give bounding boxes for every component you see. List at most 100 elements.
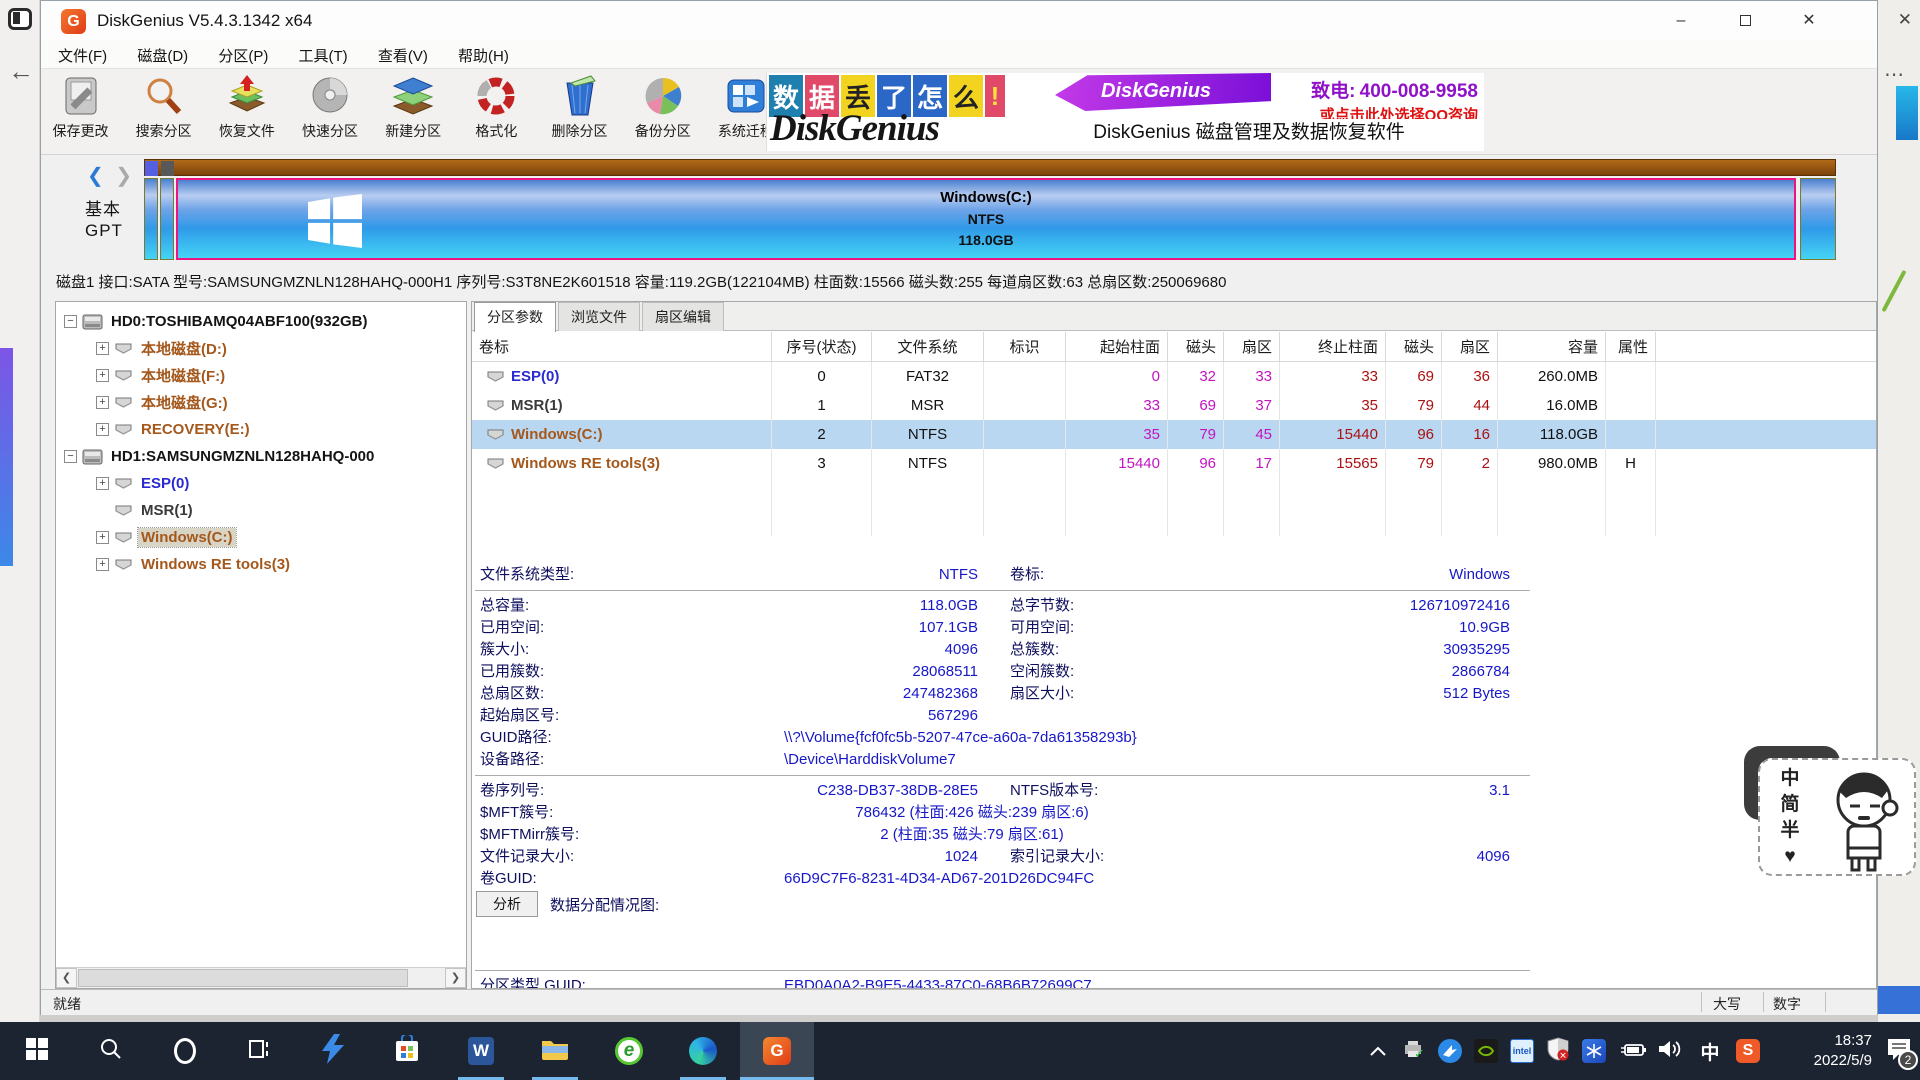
minimize-button[interactable]: – [1649, 1, 1713, 41]
cell-ss: 37 [1224, 391, 1280, 420]
column-header[interactable]: 属性 [1606, 332, 1656, 361]
table-row-esp-0-[interactable]: ESP(0)0FAT3203233336936260.0MB [472, 362, 1876, 391]
menu-help[interactable]: 帮助(H) [445, 41, 522, 70]
promo-banner[interactable]: 数据丢了怎么! DiskGenius 致电: 400-008-9958 或点击此… [766, 73, 1484, 151]
menu-partition[interactable]: 分区(P) [205, 41, 281, 70]
tree-item--f-[interactable]: +本地磁盘(F:) [60, 362, 464, 389]
tab-browse-files[interactable]: 浏览文件 [558, 302, 640, 331]
tree-item-windows-re-tools-3-[interactable]: +Windows RE tools(3) [60, 551, 464, 578]
tray-battery-button[interactable] [1614, 1022, 1650, 1080]
taskbar-search-button[interactable] [74, 1022, 148, 1080]
tray-snowflake-button[interactable] [1576, 1022, 1612, 1080]
disk-bar[interactable] [144, 159, 1836, 176]
tree-item-hd1-samsungmznln128hahq-000[interactable]: −HD1:SAMSUNGMZNLN128HAHQ-000 [60, 443, 464, 470]
tray-ime-button[interactable]: 中 [1692, 1022, 1728, 1080]
microsoft-store-button[interactable] [370, 1022, 444, 1080]
delete-partition-button[interactable]: 删除分区 [540, 69, 619, 151]
msr-partition-bar[interactable] [160, 178, 174, 260]
tray-printer-button[interactable]: ✓ [1396, 1022, 1432, 1080]
column-header[interactable]: 卷标 [472, 332, 772, 361]
expand-box-icon[interactable]: + [96, 342, 109, 355]
pinned-app-flash-button[interactable] [296, 1022, 370, 1080]
internet-explorer-button[interactable]: e [592, 1022, 666, 1080]
detail-label: 可用空间: [1010, 617, 1074, 639]
table-row-windows-re-tools-3-[interactable]: Windows RE tools(3)3NTFS1544096171556579… [472, 449, 1876, 478]
tree-item-esp-0-[interactable]: +ESP(0) [60, 470, 464, 497]
windows-start-icon [26, 1038, 48, 1064]
scroll-left-arrow[interactable]: ❮ [56, 968, 77, 988]
tree-item-hd0-toshibamq04abf100-932gb-[interactable]: −HD0:TOSHIBAMQ04ABF100(932GB) [60, 308, 464, 335]
ime-floating-widget[interactable]: 中简半♥ [1744, 746, 1920, 878]
menu-tools[interactable]: 工具(T) [286, 41, 361, 70]
tray-expand-button[interactable] [1360, 1022, 1396, 1080]
cortana-button[interactable] [148, 1022, 222, 1080]
expand-box-icon[interactable]: + [96, 558, 109, 571]
word-button[interactable]: W [444, 1022, 518, 1080]
tray-bird-app-button[interactable] [1432, 1022, 1468, 1080]
column-header[interactable]: 文件系统 [872, 332, 984, 361]
analyze-button[interactable]: 分析 [476, 891, 538, 917]
tree-horizontal-scrollbar[interactable]: ❮ ❯ [56, 967, 466, 988]
tray-nvidia-button[interactable] [1468, 1022, 1504, 1080]
tree-item--g-[interactable]: +本地磁盘(G:) [60, 389, 464, 416]
tab-sector-edit[interactable]: 扇区编辑 [642, 302, 724, 331]
backup-partition-button[interactable]: 备份分区 [623, 69, 702, 151]
scroll-right-arrow[interactable]: ❯ [445, 968, 466, 988]
tab-partition-params[interactable]: 分区参数 [474, 302, 556, 332]
recovery-partition-bar[interactable] [1800, 178, 1836, 260]
esp-partition-bar[interactable] [144, 178, 158, 260]
status-capslock: 大写 [1713, 994, 1741, 1014]
save-changes-button[interactable]: 保存更改 [41, 69, 120, 151]
menu-disk[interactable]: 磁盘(D) [124, 41, 201, 70]
collapse-box-icon[interactable]: − [64, 450, 77, 463]
maximize-button[interactable] [1713, 1, 1777, 41]
windows-c-partition-bar[interactable]: Windows(C:) NTFS 118.0GB [176, 178, 1796, 260]
table-row-msr-1-[interactable]: MSR(1)1MSR33693735794416.0MB [472, 391, 1876, 420]
close-button[interactable]: ✕ [1777, 1, 1841, 41]
tree-item-windows-c-[interactable]: +Windows(C:) [60, 524, 464, 551]
prev-disk-arrow-icon[interactable]: ❮ [87, 165, 104, 187]
quick-partition-button[interactable]: 快速分区 [291, 69, 370, 151]
column-header[interactable]: 容量 [1498, 332, 1606, 361]
tray-sogou-button[interactable]: S [1730, 1022, 1766, 1080]
scrollbar-thumb[interactable] [78, 969, 408, 987]
tree-item-msr-1-[interactable]: MSR(1) [60, 497, 464, 524]
format-button[interactable]: 格式化 [457, 69, 536, 151]
task-view-button[interactable] [222, 1022, 296, 1080]
new-partition-button[interactable]: 新建分区 [374, 69, 453, 151]
expand-box-icon[interactable]: + [96, 531, 109, 544]
menu-view[interactable]: 查看(V) [365, 41, 441, 70]
collapse-box-icon[interactable]: − [64, 315, 77, 328]
taskbar-clock[interactable]: 18:37 2022/5/9 [1786, 1031, 1872, 1071]
column-header[interactable]: 终止柱面 [1280, 332, 1386, 361]
detail-value: 126710972416 [1250, 595, 1510, 617]
expand-box-icon[interactable]: + [96, 423, 109, 436]
column-header[interactable]: 扇区 [1442, 332, 1498, 361]
recover-files-button[interactable]: 恢复文件 [207, 69, 286, 151]
start-button[interactable] [0, 1022, 74, 1080]
column-header[interactable]: 磁头 [1386, 332, 1442, 361]
column-header[interactable]: 起始柱面 [1066, 332, 1168, 361]
table-row-windows-c-[interactable]: Windows(C:)2NTFS357945154409616118.0GB [472, 420, 1876, 449]
detail-value: 4096 [622, 639, 978, 661]
tree-item-recovery-e-[interactable]: +RECOVERY(E:) [60, 416, 464, 443]
detail-row: 起始扇区号:567296 [472, 705, 1876, 727]
tree-item--d-[interactable]: +本地磁盘(D:) [60, 335, 464, 362]
action-center-button[interactable]: 2 [1878, 1022, 1920, 1080]
tray-defender-button[interactable]: ✕ [1540, 1022, 1576, 1080]
next-disk-arrow-icon[interactable]: ❯ [115, 165, 132, 187]
expand-box-icon[interactable]: + [96, 369, 109, 382]
diskgenius-taskbar-button[interactable]: G [740, 1022, 814, 1080]
expand-box-icon[interactable]: + [96, 396, 109, 409]
search-partition-button[interactable]: 搜索分区 [124, 69, 203, 151]
column-header[interactable]: 扇区 [1224, 332, 1280, 361]
edge-button[interactable] [666, 1022, 740, 1080]
file-explorer-button[interactable] [518, 1022, 592, 1080]
tray-volume-button[interactable] [1652, 1022, 1688, 1080]
column-header[interactable]: 磁头 [1168, 332, 1224, 361]
tray-intel-button[interactable]: intel [1504, 1022, 1540, 1080]
column-header[interactable]: 标识 [984, 332, 1066, 361]
column-header[interactable]: 序号(状态) [772, 332, 872, 361]
expand-box-icon[interactable]: + [96, 477, 109, 490]
menu-file[interactable]: 文件(F) [45, 41, 120, 70]
